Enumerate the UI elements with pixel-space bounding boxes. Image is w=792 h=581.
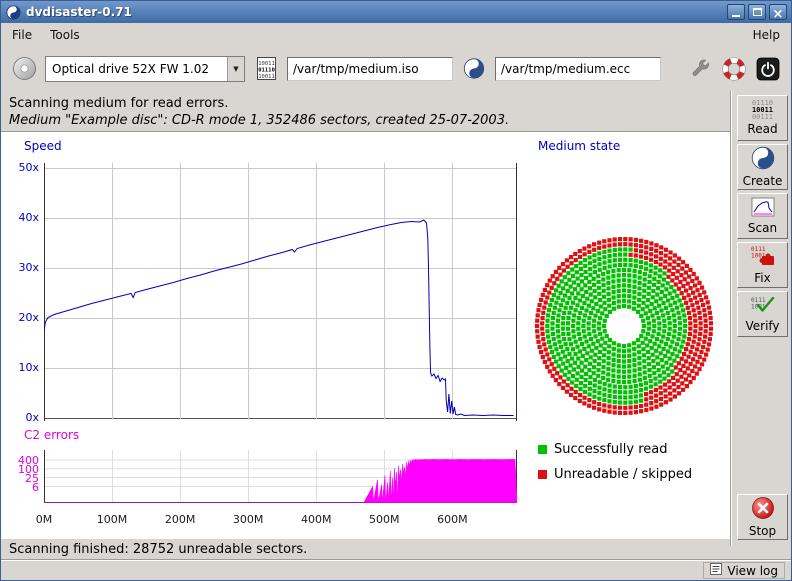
x-axis-tick-label: 400M — [301, 513, 332, 526]
menu-help[interactable]: Help — [744, 25, 789, 45]
chevron-down-icon[interactable] — [227, 57, 244, 81]
status-line1: Scanning medium for read errors. — [9, 96, 723, 111]
legend-ok-label: Successfully read — [554, 442, 667, 457]
speed-chart-title: Speed — [24, 139, 62, 153]
x-axis-tick-label: 500M — [369, 513, 400, 526]
status-messages: Scanning medium for read errors. Medium … — [1, 91, 731, 128]
image-file-binary-icon: 10011 01110 10011 — [253, 56, 279, 82]
legend-bad-label: Unreadable / skipped — [554, 467, 692, 482]
drive-select[interactable]: Optical drive 52X FW 1.02 — [45, 56, 245, 82]
toolbar: Optical drive 52X FW 1.02 10011 01110 10… — [1, 46, 791, 91]
menubar: File Tools Help — [1, 23, 791, 46]
svg-text:01110: 01110 — [258, 68, 275, 74]
c2-errors-title: C2 errors — [24, 428, 79, 442]
legend-bad: Unreadable / skipped — [538, 467, 692, 482]
scan-button[interactable]: Scan — [737, 193, 788, 239]
maximize-button[interactable] — [748, 4, 766, 20]
speed-plot — [44, 163, 517, 421]
scan-graph-icon — [751, 197, 775, 220]
verify-button[interactable]: 0111 1001 Verify — [737, 291, 788, 337]
x-axis-tick-label: 600M — [437, 513, 468, 526]
log-icon — [710, 563, 722, 578]
action-panel: 01110 10011 00111 Read Create — [732, 91, 792, 546]
read-button[interactable]: 01110 10011 00111 Read — [737, 95, 788, 141]
legend-ok: Successfully read — [538, 442, 667, 457]
status-line2: Medium "Example disc": CD-R mode 1, 3524… — [9, 113, 723, 128]
c2-ytick-label: 6 — [1, 482, 39, 494]
scan-result-status: Scanning finished: 28752 unreadable sect… — [1, 539, 730, 559]
menu-file[interactable]: File — [3, 25, 41, 45]
stop-button-label: Stop — [749, 524, 776, 538]
read-button-label: Read — [747, 122, 777, 136]
c2-errors-plot — [44, 450, 517, 503]
yinyang-create-icon — [751, 146, 775, 173]
checkmark-verify-icon: 0111 1001 — [750, 295, 776, 318]
ecc-path-input[interactable] — [495, 57, 661, 81]
svg-text:10011: 10011 — [258, 74, 275, 80]
x-axis-tick-label: 200M — [165, 513, 196, 526]
minimize-button[interactable] — [727, 4, 745, 20]
view-log-label: View log — [727, 564, 778, 578]
quit-power-icon[interactable] — [755, 56, 781, 82]
fix-button[interactable]: 0111 1001 Fix — [737, 242, 788, 288]
view-log-button[interactable]: View log — [703, 562, 785, 579]
app-yinyang-icon — [5, 4, 21, 20]
preferences-wrench-icon[interactable] — [687, 56, 713, 82]
fix-button-label: Fix — [754, 271, 770, 285]
menu-tools[interactable]: Tools — [41, 25, 89, 45]
window-controls — [727, 4, 787, 20]
optical-drive-icon — [11, 56, 37, 82]
medium-state-title: Medium state — [538, 139, 620, 153]
speed-ytick-label: 0x — [1, 412, 39, 424]
iso-path-input[interactable] — [287, 57, 453, 81]
minimize-icon — [732, 15, 740, 17]
help-lifebuoy-icon[interactable] — [721, 56, 747, 82]
stop-button[interactable]: Stop — [737, 494, 788, 540]
binary-read-icon: 01110 10011 00111 — [752, 100, 773, 121]
app-window: dvdisaster-0.71 File Tools Help Optical … — [0, 0, 792, 581]
legend-bad-swatch — [538, 470, 547, 479]
x-axis-tick-label: 0M — [36, 513, 53, 526]
x-axis-tick-label: 300M — [233, 513, 264, 526]
create-button-label: Create — [743, 174, 783, 188]
svg-text:10011: 10011 — [258, 61, 275, 67]
drive-select-value: Optical drive 52X FW 1.02 — [46, 62, 227, 76]
stop-x-icon — [751, 496, 775, 523]
speed-ytick-label: 20x — [1, 312, 39, 324]
speed-ytick-label: 50x — [1, 162, 39, 174]
speed-ytick-label: 30x — [1, 262, 39, 274]
close-button[interactable] — [769, 4, 787, 20]
x-axis-tick-label: 100M — [97, 513, 128, 526]
speed-ytick-label: 40x — [1, 212, 39, 224]
speed-ytick-label: 10x — [1, 362, 39, 374]
titlebar[interactable]: dvdisaster-0.71 — [1, 1, 791, 23]
maximize-icon — [753, 8, 762, 16]
create-button[interactable]: Create — [737, 144, 788, 190]
scan-button-label: Scan — [748, 221, 777, 235]
window-title: dvdisaster-0.71 — [26, 5, 132, 19]
scan-drawing-area: Speed Medium state C2 errors Successfull… — [1, 133, 730, 539]
verify-button-label: Verify — [745, 319, 779, 333]
close-icon — [773, 3, 784, 22]
legend-ok-swatch — [538, 445, 547, 454]
puzzle-fix-icon: 0111 1001 — [750, 245, 776, 270]
ecc-file-yinyang-icon — [461, 56, 487, 82]
statusbar: View log — [1, 559, 791, 581]
disc-state-visualization — [534, 236, 714, 416]
